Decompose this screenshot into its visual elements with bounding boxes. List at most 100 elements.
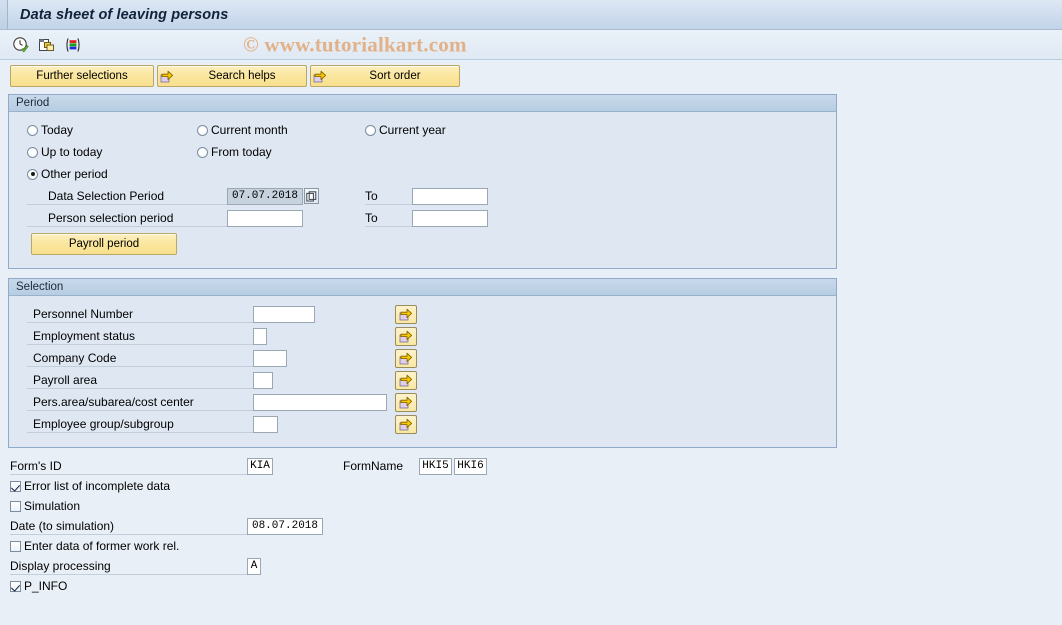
date-to-simulation-label: Date (to simulation) [10, 518, 247, 535]
selection-row-pers-area: Pers.area/subarea/cost center [9, 391, 836, 413]
payroll-period-row: Payroll period [9, 229, 836, 259]
company-code-multiple-selection-button[interactable] [395, 348, 417, 368]
window-title-bar: Data sheet of leaving persons [0, 0, 1062, 30]
radio-from-today[interactable]: From today [197, 145, 365, 159]
radio-circle-selected-icon [27, 168, 38, 180]
data-selection-period-input[interactable]: 07.07.2018 [227, 187, 303, 205]
simulation-checkbox-row[interactable]: Simulation [0, 496, 1062, 516]
further-selections-label: Further selections [36, 70, 128, 82]
selection-panel-title: Selection [16, 281, 64, 293]
person-selection-to-label: To [365, 210, 412, 227]
form-id-row: Form's ID KIA FormName HKI5 HKI6 [0, 456, 1062, 476]
period-radio-row-2: Up to today From today [9, 141, 836, 163]
person-selection-period-input[interactable] [227, 209, 303, 227]
checkbox-icon [10, 500, 21, 512]
selection-row-personnel-number: Personnel Number [9, 303, 836, 325]
person-selection-period-row: Person selection period To [9, 207, 836, 229]
radio-current-month[interactable]: Current month [197, 123, 365, 137]
selection-row-employee-group: Employee group/subgroup [9, 413, 836, 435]
form-options-area: Form's ID KIA FormName HKI5 HKI6 Error l… [0, 448, 1062, 596]
p-info-label: P_INFO [24, 579, 68, 593]
payroll-area-input[interactable] [253, 371, 273, 389]
radio-other-period[interactable]: Other period [27, 167, 108, 181]
period-panel-body: Today Current month Current year Up to t… [9, 112, 836, 268]
further-selections-button[interactable]: Further selections [10, 65, 154, 87]
calendar-picker-icon[interactable] [304, 188, 319, 204]
form-name-input-2[interactable]: HKI6 [454, 457, 487, 475]
search-helps-button[interactable]: Search helps [157, 65, 307, 87]
radio-today[interactable]: Today [27, 123, 197, 137]
radio-circle-icon [27, 146, 38, 158]
date-to-simulation-input[interactable]: 08.07.2018 [247, 517, 323, 535]
period-radio-row-1: Today Current month Current year [9, 119, 836, 141]
pers-area-subarea-cost-center-label: Pers.area/subarea/cost center [27, 394, 253, 411]
radio-current-month-label: Current month [211, 123, 288, 137]
former-work-checkbox-row[interactable]: Enter data of former work rel. [0, 536, 1062, 556]
selection-row-payroll-area: Payroll area [9, 369, 836, 391]
checkbox-icon [10, 540, 21, 552]
radio-other-period-label: Other period [41, 167, 108, 181]
error-list-checkbox-row[interactable]: Error list of incomplete data [0, 476, 1062, 496]
title-accent-strip [0, 0, 8, 29]
period-panel-title: Period [16, 97, 50, 109]
data-selection-to-label: To [365, 188, 412, 205]
layout-variant-icon[interactable] [62, 34, 84, 56]
radio-circle-icon [27, 124, 38, 136]
copy-multiple-icon[interactable] [36, 34, 58, 56]
payroll-period-label: Payroll period [68, 238, 140, 250]
data-selection-to-input[interactable] [412, 187, 488, 205]
radio-current-year-label: Current year [379, 123, 446, 137]
checkbox-checked-icon [10, 580, 21, 592]
employment-status-multiple-selection-button[interactable] [395, 326, 417, 346]
period-radio-row-3: Other period [9, 163, 836, 185]
radio-up-to-today-label: Up to today [41, 145, 103, 159]
arrow-right-icon [313, 69, 327, 83]
display-processing-label: Display processing [10, 558, 247, 575]
date-to-simulation-row: Date (to simulation) 08.07.2018 [0, 516, 1062, 536]
execute-clock-icon[interactable] [10, 34, 32, 56]
form-id-label: Form's ID [10, 458, 247, 475]
application-toolbar: © www.tutorialkart.com [0, 30, 1062, 60]
sort-order-button[interactable]: Sort order [310, 65, 460, 87]
radio-up-to-today[interactable]: Up to today [27, 145, 197, 159]
selection-row-company-code: Company Code [9, 347, 836, 369]
personnel-number-input[interactable] [253, 305, 315, 323]
radio-today-label: Today [41, 123, 74, 137]
period-panel-header: Period [9, 95, 836, 112]
employee-group-subgroup-label: Employee group/subgroup [27, 416, 253, 433]
radio-circle-icon [365, 124, 376, 136]
search-helps-label: Search helps [208, 70, 276, 82]
arrow-right-icon [160, 69, 174, 83]
site-watermark: © www.tutorialkart.com [243, 32, 467, 56]
radio-circle-icon [197, 124, 208, 136]
selection-panel-header: Selection [9, 279, 836, 296]
personnel-number-label: Personnel Number [27, 306, 253, 323]
sort-order-label: Sort order [369, 70, 421, 82]
error-list-label: Error list of incomplete data [24, 479, 171, 493]
person-selection-to-input[interactable] [412, 209, 488, 227]
personnel-number-multiple-selection-button[interactable] [395, 304, 417, 324]
payroll-area-label: Payroll area [27, 372, 253, 389]
pers-area-subarea-cost-center-input[interactable] [253, 393, 387, 411]
simulation-label: Simulation [24, 499, 81, 513]
p-info-checkbox-row[interactable]: P_INFO [0, 576, 1062, 596]
employee-group-subgroup-input[interactable] [253, 415, 278, 433]
selection-panel: Selection Personnel Number Employment st… [8, 278, 837, 448]
radio-circle-icon [197, 146, 208, 158]
period-panel: Period Today Current month Current year … [8, 94, 837, 269]
form-name-label: FormName [343, 459, 404, 473]
display-processing-input[interactable]: A [247, 557, 261, 575]
payroll-period-button[interactable]: Payroll period [31, 233, 177, 255]
data-selection-period-row: Data Selection Period 07.07.2018 To [9, 185, 836, 207]
company-code-input[interactable] [253, 349, 287, 367]
employment-status-label: Employment status [27, 328, 253, 345]
payroll-area-multiple-selection-button[interactable] [395, 370, 417, 390]
form-id-input[interactable]: KIA [247, 457, 273, 475]
form-name-input-1[interactable]: HKI5 [419, 457, 452, 475]
pers-area-multiple-selection-button[interactable] [395, 392, 417, 412]
radio-current-year[interactable]: Current year [365, 123, 446, 137]
employment-status-input[interactable] [253, 327, 267, 345]
employee-group-multiple-selection-button[interactable] [395, 414, 417, 434]
page-title: Data sheet of leaving persons [20, 6, 229, 23]
selection-row-employment-status: Employment status [9, 325, 836, 347]
